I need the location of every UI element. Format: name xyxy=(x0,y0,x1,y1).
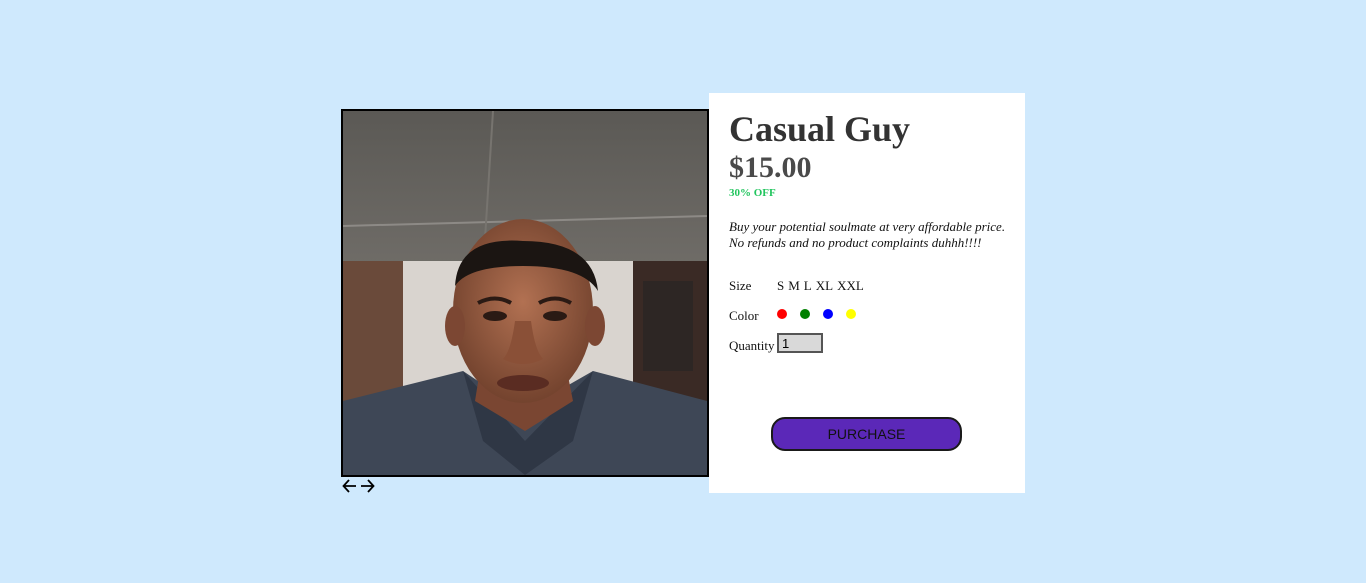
size-option-s[interactable]: S xyxy=(777,278,784,294)
size-label: Size xyxy=(729,278,752,293)
product-description: Buy your potential soulmate at very affo… xyxy=(729,219,1019,251)
color-options xyxy=(777,309,856,319)
product-image xyxy=(341,109,709,477)
color-swatch-green[interactable] xyxy=(800,309,810,319)
size-options: S M L XL XXL xyxy=(777,278,864,294)
purchase-button[interactable]: PURCHASE xyxy=(771,417,962,451)
color-swatch-blue[interactable] xyxy=(823,309,833,319)
description-line: Buy your potential soulmate at very affo… xyxy=(729,219,1006,234)
size-option-l[interactable]: L xyxy=(804,278,812,294)
product-photo xyxy=(343,111,707,475)
discount-badge: 30% OFF xyxy=(729,187,776,199)
quantity-input[interactable] xyxy=(777,333,823,353)
size-option-m[interactable]: M xyxy=(788,278,800,294)
size-option-xl[interactable]: XL xyxy=(816,278,833,294)
gallery-controls xyxy=(342,477,375,495)
color-swatch-red[interactable] xyxy=(777,309,787,319)
description-line: No refunds and no product complaints duh… xyxy=(729,235,982,250)
quantity-label: Quantity xyxy=(729,338,775,353)
color-label: Color xyxy=(729,308,759,323)
product-price: $15.00 xyxy=(729,151,812,184)
color-swatch-yellow[interactable] xyxy=(846,309,856,319)
product-details-card: Casual Guy $15.00 30% OFF Buy your poten… xyxy=(709,93,1025,493)
arrow-right-icon[interactable] xyxy=(360,477,375,495)
arrow-left-icon[interactable] xyxy=(342,477,357,495)
size-option-xxl[interactable]: XXL xyxy=(837,278,864,294)
product-title: Casual Guy xyxy=(729,109,911,149)
